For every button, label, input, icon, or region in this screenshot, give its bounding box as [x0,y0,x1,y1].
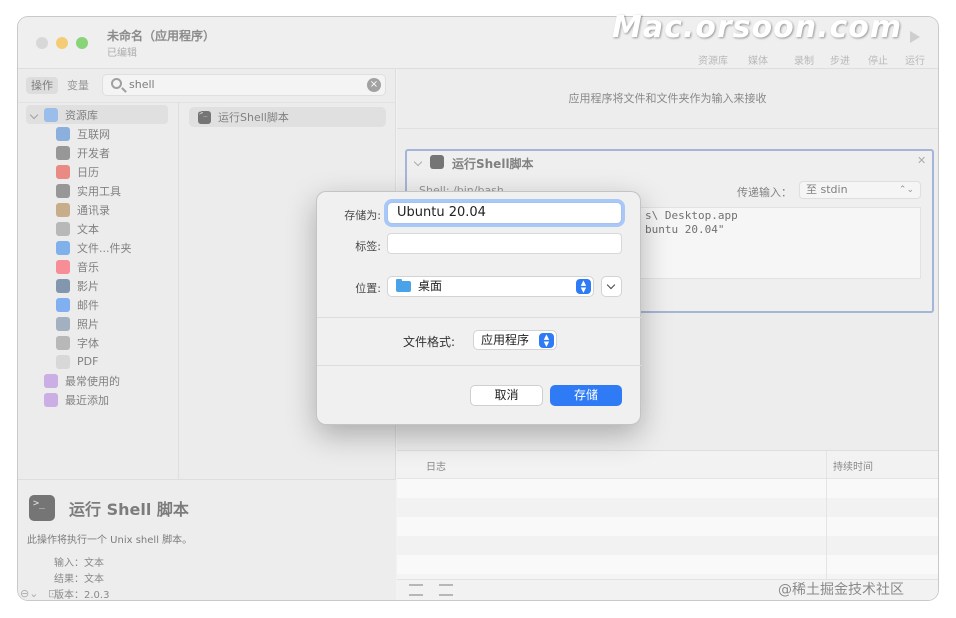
folder-icon [396,279,411,292]
where-label: 位置: [355,282,381,295]
expand-dialog-button[interactable] [601,276,622,297]
divider [317,365,642,366]
credit-watermark: @稀土掘金技术社区 [778,582,904,598]
chevron-down-icon [606,280,616,290]
screen: 未命名（应用程序） 已编辑 资源库 媒体 录制 步进 停止 运行 操作 变量 s… [0,0,956,618]
where-select[interactable]: 桌面 ▲ ▼ [387,276,594,297]
divider [317,317,642,318]
save-button[interactable]: 存储 [550,385,622,406]
save-dialog: 存储为: Ubuntu 20.04 标签: 位置: 桌面 ▲ ▼ 文件格式: 应用… [316,191,642,425]
updown-icon: ▲ ▼ [539,333,554,348]
file-format-value: 应用程序 [481,333,530,347]
save-as-label: 存储为: [344,209,381,222]
cancel-button[interactable]: 取消 [470,385,543,406]
save-as-input[interactable]: Ubuntu 20.04 [387,202,622,224]
file-format-select[interactable]: 应用程序 ▲ ▼ [473,330,557,350]
where-value: 桌面 [418,279,443,293]
updown-icon: ▲ ▼ [576,279,591,294]
file-format-label: 文件格式: [403,335,456,349]
tags-label: 标签: [355,240,381,253]
tags-input[interactable] [387,233,622,254]
